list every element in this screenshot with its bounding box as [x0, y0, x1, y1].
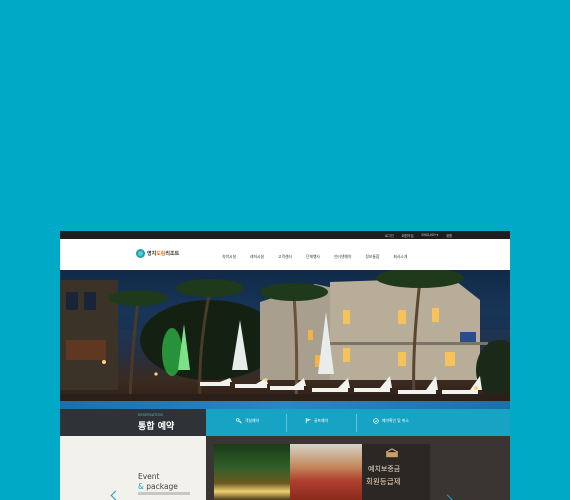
lower-section: Event & package 예치보증금 회원등급제 [60, 436, 510, 500]
nav-item-leisure[interactable]: 레저시설 [250, 254, 264, 260]
site-header: 명지도림리조트 숙박시설 레저시설 고객센터 단체행사 인터넷예약 정보통합 회… [60, 239, 510, 271]
logo[interactable]: 명지도림리조트 [136, 249, 179, 258]
reservation-subtitle: RESERVATION [138, 413, 163, 417]
package-word: package [146, 482, 178, 491]
signup-link[interactable]: 회원가입 [402, 233, 414, 238]
promo-line-2: 회원등급제 [366, 477, 401, 486]
event-package-panel: Event & package [60, 436, 206, 500]
nav-item-info[interactable]: 정보통합 [365, 254, 379, 260]
utility-bar: 로그인 회원가입 ENGLISH ▾ 위원 [60, 231, 510, 239]
event-description-placeholder [138, 492, 190, 495]
login-link[interactable]: 로그인 [385, 233, 394, 238]
key-icon [236, 418, 242, 424]
food-thumbnail[interactable] [290, 444, 362, 500]
language-select[interactable]: ENGLISH ▾ [422, 233, 439, 237]
logo-prefix: 명지 [147, 251, 157, 257]
ampersand: & [138, 482, 144, 491]
room-reservation-label: 객실예약 [245, 418, 259, 423]
reservation-check-button[interactable]: 예약확인 및 취소 [373, 418, 409, 424]
sitemap-link[interactable]: 위원 [446, 233, 452, 238]
golf-reservation-button[interactable]: 골프예약 [305, 418, 328, 424]
divider [356, 414, 357, 432]
golf-reservation-label: 골프예약 [314, 418, 328, 423]
nav-item-lodging[interactable]: 숙박시설 [222, 254, 236, 260]
logo-suffix: 리조트 [165, 251, 180, 257]
reservation-bar: RESERVATION 통합 예약 객실예약 골프예약 예약확인 및 취소 [60, 409, 510, 436]
nav-item-about[interactable]: 회사소개 [393, 254, 407, 260]
reservation-check-label: 예약확인 및 취소 [382, 418, 409, 423]
room-reservation-button[interactable]: 객실예약 [236, 418, 259, 424]
logo-text: 명지도림리조트 [147, 250, 179, 257]
nav-item-customer-center[interactable]: 고객센터 [278, 254, 292, 260]
event-title: Event [138, 472, 160, 481]
gift-icon [385, 448, 399, 458]
nav-item-online-reservation[interactable]: 인터넷예약 [334, 254, 351, 260]
prev-arrow-icon[interactable] [110, 490, 121, 500]
main-nav: 숙박시설 레저시설 고객센터 단체행사 인터넷예약 정보통합 회사소개 [222, 254, 407, 260]
reservation-heading-box: RESERVATION 통합 예약 [60, 409, 206, 436]
divider [286, 414, 287, 432]
logo-mark-icon [136, 249, 145, 258]
package-title: & package [138, 482, 178, 491]
membership-promo[interactable]: 예치보증금 회원등급제 [362, 444, 430, 500]
website-mockup: 로그인 회원가입 ENGLISH ▾ 위원 명지도림리조트 숙박시설 레저시설 … [60, 231, 510, 500]
golf-flag-icon [305, 418, 311, 424]
next-arrow-icon[interactable] [442, 494, 453, 500]
package-gallery: 예치보증금 회원등급제 [206, 436, 510, 500]
golf-course-thumbnail[interactable] [214, 444, 290, 500]
reservation-title: 통합 예약 [138, 422, 175, 432]
promo-line-1: 예치보증금 [368, 465, 401, 473]
nav-item-group-events[interactable]: 단체행사 [306, 254, 320, 260]
resort-night-scene [60, 270, 510, 401]
check-circle-icon [373, 418, 379, 424]
hero-image [60, 270, 510, 409]
pool [60, 401, 510, 409]
